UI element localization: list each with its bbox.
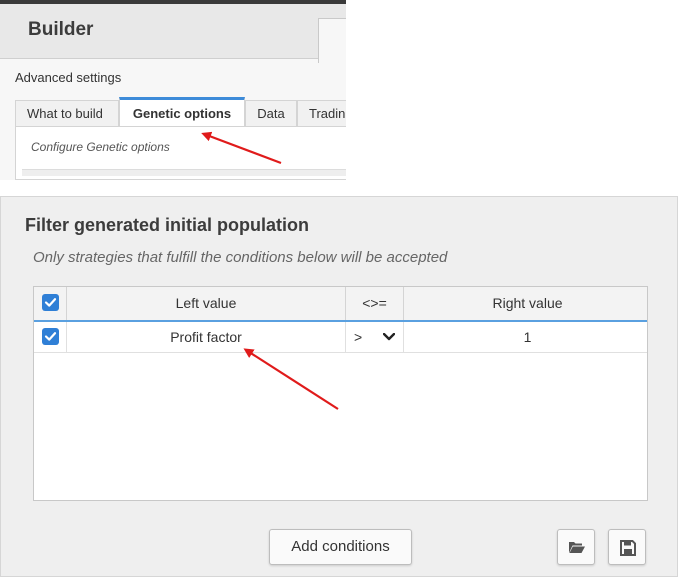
annotation-arrow-row xyxy=(243,348,339,410)
annotation-arrows xyxy=(201,131,339,410)
annotation-arrow-tab xyxy=(201,131,282,165)
